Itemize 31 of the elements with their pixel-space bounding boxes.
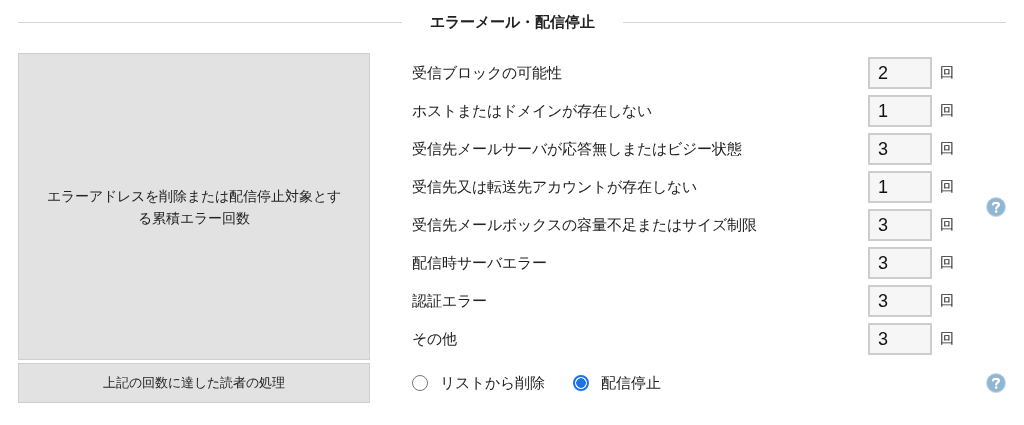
section-title: エラーメール・配信停止 — [429, 12, 595, 32]
count-input[interactable]: 3 — [868, 323, 932, 355]
count-input[interactable]: 3 — [868, 133, 932, 165]
unit-label: 回 — [940, 292, 954, 310]
error-type-label: その他 — [412, 329, 458, 349]
error-type-label: ホストまたはドメインが存在しない — [412, 101, 653, 121]
unit-label: 回 — [940, 102, 954, 120]
radio-icon[interactable] — [573, 375, 589, 391]
count-input[interactable]: 3 — [868, 247, 932, 279]
error-type-label: 受信先メールサーバが応答無しまたはビジー状態 — [412, 139, 743, 159]
error-type-label: 受信ブロックの可能性 — [412, 63, 563, 83]
unit-label: 回 — [940, 64, 954, 82]
unit-label: 回 — [940, 330, 954, 348]
radio-icon[interactable] — [412, 375, 428, 391]
unit-label: 回 — [940, 140, 954, 158]
count-input[interactable]: 1 — [868, 171, 932, 203]
error-type-label: 受信先又は転送先アカウントが存在しない — [412, 177, 698, 197]
count-input[interactable]: 1 — [868, 95, 932, 127]
radio-option[interactable]: リストから削除 — [412, 373, 545, 393]
threshold-label: エラーアドレスを削除または配信停止対象とする累積エラー回数 — [46, 186, 342, 228]
count-input[interactable]: 3 — [868, 209, 932, 241]
error-type-label: 配信時サーバエラー — [412, 253, 548, 273]
error-type-label: 受信先メールボックスの容量不足またはサイズ制限 — [412, 215, 758, 235]
count-input[interactable]: 3 — [868, 285, 932, 317]
count-input[interactable]: 2 — [868, 57, 932, 89]
unit-label: 回 — [940, 254, 954, 272]
error-type-label: 認証エラー — [412, 291, 488, 311]
unit-label: 回 — [940, 216, 954, 234]
unit-label: 回 — [940, 178, 954, 196]
radio-option[interactable]: 配信停止 — [573, 373, 661, 393]
action-label: 上記の回数に達した読者の処理 — [103, 374, 285, 392]
